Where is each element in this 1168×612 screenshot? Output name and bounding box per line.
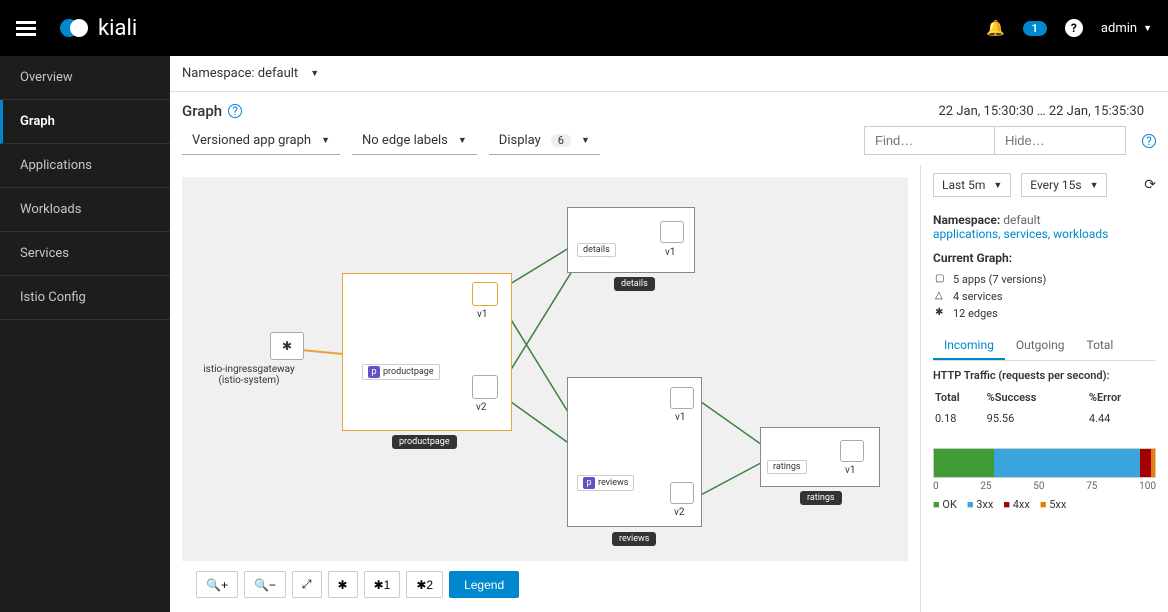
legend-ok: OK [933, 498, 957, 511]
traffic-table: Total %Success %Error 0.18 95.56 4.44 [933, 386, 1156, 430]
caret-down-icon: ▼ [1090, 180, 1099, 191]
layout-1-button[interactable]: ✱1 [364, 571, 401, 598]
node-label-v1: v1 [675, 412, 685, 423]
find-help-icon[interactable]: ? [1142, 134, 1156, 148]
info-icon[interactable]: ? [228, 104, 242, 118]
caret-down-icon: ▼ [581, 135, 590, 146]
traffic-bar-chart: 0255075100 OK 3xx 4xx 5xx [933, 448, 1156, 511]
caret-down-icon: ▼ [310, 68, 319, 79]
node-productpage-v2[interactable] [472, 375, 498, 399]
topbar: kiali 🔔 1 ? admin ▼ [0, 0, 1168, 56]
service-ratings[interactable]: ratings [767, 460, 807, 474]
node-istio-ingressgateway[interactable]: ✱ [270, 332, 304, 360]
legend-4xx: 4xx [1003, 498, 1029, 511]
summary-services: 4 services [933, 288, 1156, 305]
node-reviews-v2[interactable] [670, 482, 694, 504]
service-details[interactable]: details [577, 243, 616, 257]
zoom-out-button[interactable]: 🔍− [244, 571, 286, 598]
notification-count[interactable]: 1 [1023, 21, 1047, 36]
brand-text: kiali [98, 16, 137, 41]
hide-input[interactable] [995, 127, 1125, 154]
display-select[interactable]: Display 6 ▼ [489, 127, 600, 155]
caret-down-icon: ▼ [321, 135, 330, 146]
hamburger-icon[interactable] [16, 18, 36, 39]
time-range-display: 22 Jan, 15:30:30 … 22 Jan, 15:35:30 [939, 104, 1157, 119]
legend-5xx: 5xx [1040, 498, 1066, 511]
service-reviews[interactable]: previews [577, 475, 634, 491]
graph-type-select[interactable]: Versioned app graph▼ [182, 127, 340, 155]
cluster-label-ratings: ratings [800, 491, 842, 505]
edge-labels-select[interactable]: No edge labels▼ [352, 127, 477, 155]
fit-button[interactable]: ⤢ [292, 571, 322, 598]
caret-down-icon: ▼ [993, 180, 1002, 191]
user-name: admin [1101, 21, 1137, 36]
node-label-v1: v1 [477, 309, 487, 320]
caret-down-icon: ▼ [458, 135, 467, 146]
summary-panel: Last 5m▼ Every 15s▼ ⟳ Hide » Namespace: … [920, 165, 1168, 612]
find-input[interactable] [865, 127, 995, 154]
namespace-select[interactable]: Namespace: default ▼ [182, 56, 319, 91]
service-productpage[interactable]: pproductpage [362, 364, 440, 380]
layout-default-button[interactable]: ✱ [328, 571, 358, 598]
sidebar-item-services[interactable]: Services [0, 232, 170, 276]
tab-outgoing[interactable]: Outgoing [1005, 332, 1076, 360]
refresh-interval-select[interactable]: Every 15s▼ [1021, 173, 1107, 197]
sidebar-item-graph[interactable]: Graph [0, 100, 170, 144]
cluster-label-productpage: productpage [392, 435, 457, 449]
node-label-v1: v1 [845, 465, 855, 476]
traffic-title: HTTP Traffic (requests per second): [933, 369, 1156, 382]
namespace-label: Namespace: default [182, 66, 298, 81]
sidebar-item-applications[interactable]: Applications [0, 144, 170, 188]
legend-button[interactable]: Legend [449, 571, 519, 598]
graph-canvas[interactable]: ✱ istio-ingressgateway (istio-system) pr… [182, 177, 908, 561]
tab-total[interactable]: Total [1076, 332, 1125, 360]
current-graph-label: Current Graph: [933, 251, 1012, 265]
sidebar: Overview Graph Applications Workloads Se… [0, 56, 170, 612]
help-icon[interactable]: ? [1065, 19, 1083, 37]
sidebar-item-workloads[interactable]: Workloads [0, 188, 170, 232]
tab-incoming[interactable]: Incoming [933, 332, 1005, 360]
cluster-label-reviews: reviews [612, 532, 656, 546]
node-reviews-v1[interactable] [670, 387, 694, 409]
time-range-select[interactable]: Last 5m▼ [933, 173, 1011, 197]
node-label: istio-ingressgateway (istio-system) [194, 364, 304, 386]
layout-2-button[interactable]: ✱2 [406, 571, 443, 598]
page-title: Graph [182, 102, 222, 120]
node-label-v2: v2 [476, 402, 486, 413]
ns-links[interactable]: applications, services, workloads [933, 227, 1108, 241]
node-details-v1[interactable] [660, 221, 684, 243]
node-productpage-v1[interactable] [472, 282, 498, 306]
bell-icon[interactable]: 🔔 [986, 19, 1005, 37]
cluster-label-details: details [614, 277, 655, 291]
zoom-in-button[interactable]: 🔍+ [196, 571, 238, 598]
node-ratings-v1[interactable] [840, 440, 864, 462]
summary-apps: 5 apps (7 versions) [933, 271, 1156, 288]
summary-edges: 12 edges [933, 305, 1156, 322]
logo-icon [60, 18, 90, 38]
refresh-icon[interactable]: ⟳ [1144, 177, 1156, 193]
legend-3xx: 3xx [967, 498, 993, 511]
node-label-v2: v2 [674, 507, 684, 518]
brand-logo[interactable]: kiali [60, 16, 137, 41]
ns-value: default [1003, 213, 1040, 227]
display-count: 6 [551, 134, 571, 147]
caret-down-icon: ▼ [1143, 23, 1152, 34]
node-label-v1: v1 [665, 247, 675, 258]
ns-label: Namespace: [933, 213, 1000, 227]
user-menu[interactable]: admin ▼ [1101, 21, 1152, 36]
sidebar-item-overview[interactable]: Overview [0, 56, 170, 100]
sidebar-item-istio-config[interactable]: Istio Config [0, 276, 170, 320]
